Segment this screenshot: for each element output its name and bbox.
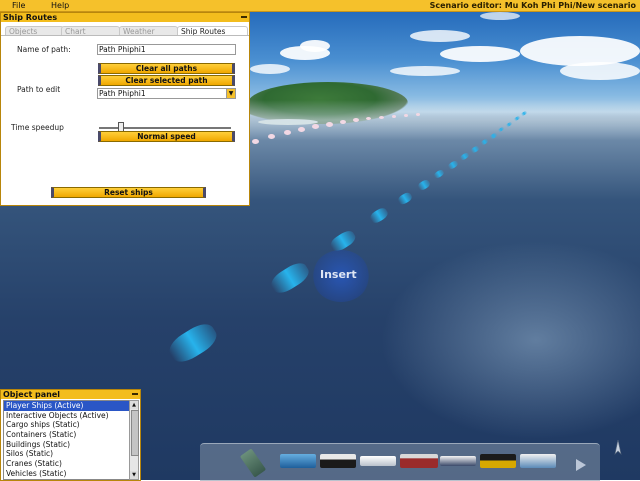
ship-thumbnail-speedboat[interactable] <box>480 454 516 468</box>
route-marker <box>252 139 259 144</box>
next-page-icon[interactable] <box>576 459 586 471</box>
list-item[interactable]: Buildings (Static) <box>4 440 131 450</box>
route-marker <box>353 118 359 122</box>
cloud <box>300 40 330 52</box>
path-to-edit-label: Path to edit <box>17 85 61 94</box>
name-of-path-input[interactable]: Path Phiphi1 <box>97 44 236 55</box>
ship-thumbnail-cargo[interactable] <box>400 454 438 468</box>
name-of-path-label: Name of path: <box>17 45 71 54</box>
list-item[interactable]: Containers (Static) <box>4 430 131 440</box>
tab-divider <box>1 35 249 36</box>
chevron-down-icon[interactable]: ▼ <box>226 89 235 98</box>
route-marker <box>404 114 408 117</box>
route-segment <box>459 151 470 162</box>
list-item[interactable]: Interactive Objects (Active) <box>4 411 131 421</box>
route-marker <box>284 130 291 135</box>
list-item[interactable]: Silos (Static) <box>4 449 131 459</box>
minimize-icon[interactable] <box>132 393 138 395</box>
list-item[interactable]: Player Ships (Active) <box>4 401 131 411</box>
ship-thumbnail-patrol[interactable] <box>280 454 316 468</box>
path-to-edit-value: Path Phiphi1 <box>99 89 146 98</box>
ship-thumbnail-yacht[interactable] <box>360 456 396 466</box>
route-segment <box>470 145 480 154</box>
time-speedup-label: Time speedup <box>11 123 64 132</box>
ship-model-toolbar <box>200 443 600 481</box>
scroll-down-icon[interactable]: ▼ <box>130 471 138 479</box>
route-marker <box>298 127 305 132</box>
clear-selected-path-button[interactable]: Clear selected path <box>98 75 235 86</box>
minimize-icon[interactable] <box>241 16 247 18</box>
compass-icon <box>614 440 622 455</box>
list-item[interactable]: Vehicles (Static) <box>4 469 131 479</box>
route-marker <box>312 124 319 129</box>
cloud <box>390 66 460 76</box>
panel-header[interactable]: Ship Routes <box>1 13 249 22</box>
cloud <box>250 64 290 74</box>
route-segment <box>433 168 445 180</box>
cloud <box>480 12 520 20</box>
ship-thumbnail-tug[interactable] <box>239 448 267 478</box>
route-segment <box>447 159 459 171</box>
object-category-list[interactable]: Player Ships (Active) Interactive Object… <box>3 400 132 480</box>
object-panel-title: Object panel <box>3 390 61 399</box>
window-title: Scenario editor: Mu Koh Phi Phi/New scen… <box>429 1 636 10</box>
panel-title: Ship Routes <box>3 13 58 22</box>
route-marker <box>326 122 333 127</box>
water-sheen <box>380 240 640 440</box>
ship-thumbnail-rescue[interactable] <box>520 454 556 468</box>
object-panel-header[interactable]: Object panel <box>1 390 140 399</box>
menu-bar: File Help Scenario editor: Mu Koh Phi Ph… <box>0 0 640 12</box>
list-item[interactable]: Cranes (Static) <box>4 459 131 469</box>
cloud <box>410 30 470 42</box>
object-panel: Object panel Player Ships (Active) Inter… <box>0 389 141 481</box>
ship-thumbnail-liner[interactable] <box>440 456 476 466</box>
route-marker <box>392 115 396 118</box>
clear-all-paths-button[interactable]: Clear all paths <box>98 63 235 74</box>
route-marker <box>379 116 384 119</box>
reset-ships-button[interactable]: Reset ships <box>51 187 206 198</box>
list-item[interactable]: Cargo ships (Static) <box>4 420 131 430</box>
route-segment <box>368 206 390 225</box>
path-to-edit-select[interactable]: Path Phiphi1 ▼ <box>97 88 236 99</box>
cloud <box>560 62 640 80</box>
list-scrollbar[interactable]: ▲ ▼ <box>129 400 139 480</box>
ship-routes-panel: Ship Routes Objects Chart Weather Ship R… <box>0 12 250 206</box>
cloud <box>440 46 520 62</box>
route-marker <box>416 113 420 116</box>
scroll-up-icon[interactable]: ▲ <box>130 401 138 409</box>
scrollbar-thumb[interactable] <box>131 410 139 456</box>
cloud <box>520 36 640 66</box>
route-marker <box>340 120 346 124</box>
route-marker <box>268 134 275 139</box>
route-segment <box>164 318 222 368</box>
ship-thumbnail-ferry[interactable] <box>320 454 356 468</box>
menu-file[interactable]: File <box>12 1 25 10</box>
menu-help[interactable]: Help <box>51 1 69 10</box>
insert-label: Insert <box>320 268 357 281</box>
route-segment <box>416 178 432 192</box>
route-segment <box>396 190 414 207</box>
normal-speed-button[interactable]: Normal speed <box>98 131 235 142</box>
route-segment <box>267 258 313 298</box>
route-marker <box>366 117 371 120</box>
